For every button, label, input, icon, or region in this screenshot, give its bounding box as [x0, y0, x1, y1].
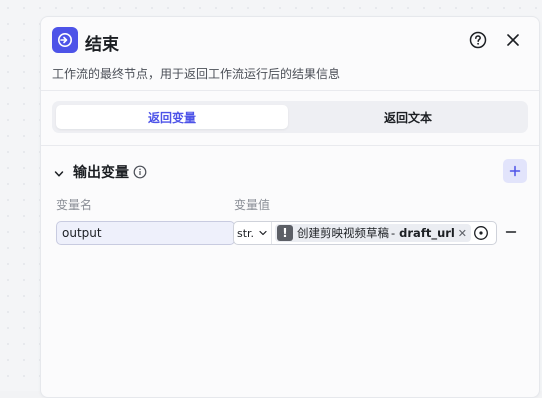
- column-label-name: 变量名: [56, 198, 93, 212]
- type-select[interactable]: str.: [234, 222, 272, 244]
- remove-variable-button[interactable]: [503, 224, 519, 240]
- variable-reference-tag[interactable]: ! 创建剪映视频草稿 - draft_url ✕: [275, 224, 471, 242]
- tab-return-variables[interactable]: 返回变量: [56, 105, 288, 129]
- variable-name-input[interactable]: [56, 221, 235, 245]
- end-node-panel: 结束 工作流的最终节点，用于返回工作流运行后的结果信息 返回变量 返回文本 输出…: [40, 16, 540, 398]
- column-label-value: 变量值: [234, 198, 271, 212]
- ref-variable-name: draft_url: [399, 226, 455, 240]
- close-icon[interactable]: [502, 29, 524, 51]
- ref-node-name: 创建剪映视频草稿: [297, 226, 389, 240]
- help-circle-icon[interactable]: [467, 29, 489, 51]
- chevron-down-icon[interactable]: [53, 165, 65, 177]
- variable-picker-icon[interactable]: [473, 225, 489, 241]
- info-icon[interactable]: [133, 164, 147, 179]
- chevron-down-icon: [259, 230, 267, 236]
- ref-separator: -: [391, 226, 396, 240]
- tab-return-text[interactable]: 返回文本: [292, 105, 524, 129]
- end-node-icon: [52, 27, 78, 53]
- node-description: 工作流的最终节点，用于返回工作流运行后的结果信息: [52, 67, 341, 81]
- tag-close-icon[interactable]: ✕: [458, 227, 467, 240]
- header-divider: [41, 90, 539, 91]
- minus-icon: [505, 231, 517, 233]
- warning-icon: !: [277, 225, 293, 241]
- add-variable-button[interactable]: [503, 159, 527, 183]
- node-title: 结束: [85, 35, 119, 55]
- plus-icon: [509, 165, 521, 177]
- section-title: 输出变量: [73, 165, 129, 181]
- mode-tabs: 返回变量 返回文本: [52, 101, 528, 133]
- section-divider: [41, 145, 539, 146]
- type-select-value: str.: [237, 226, 255, 240]
- variable-value-field: str. ! 创建剪映视频草稿 - draft_url ✕: [233, 221, 497, 245]
